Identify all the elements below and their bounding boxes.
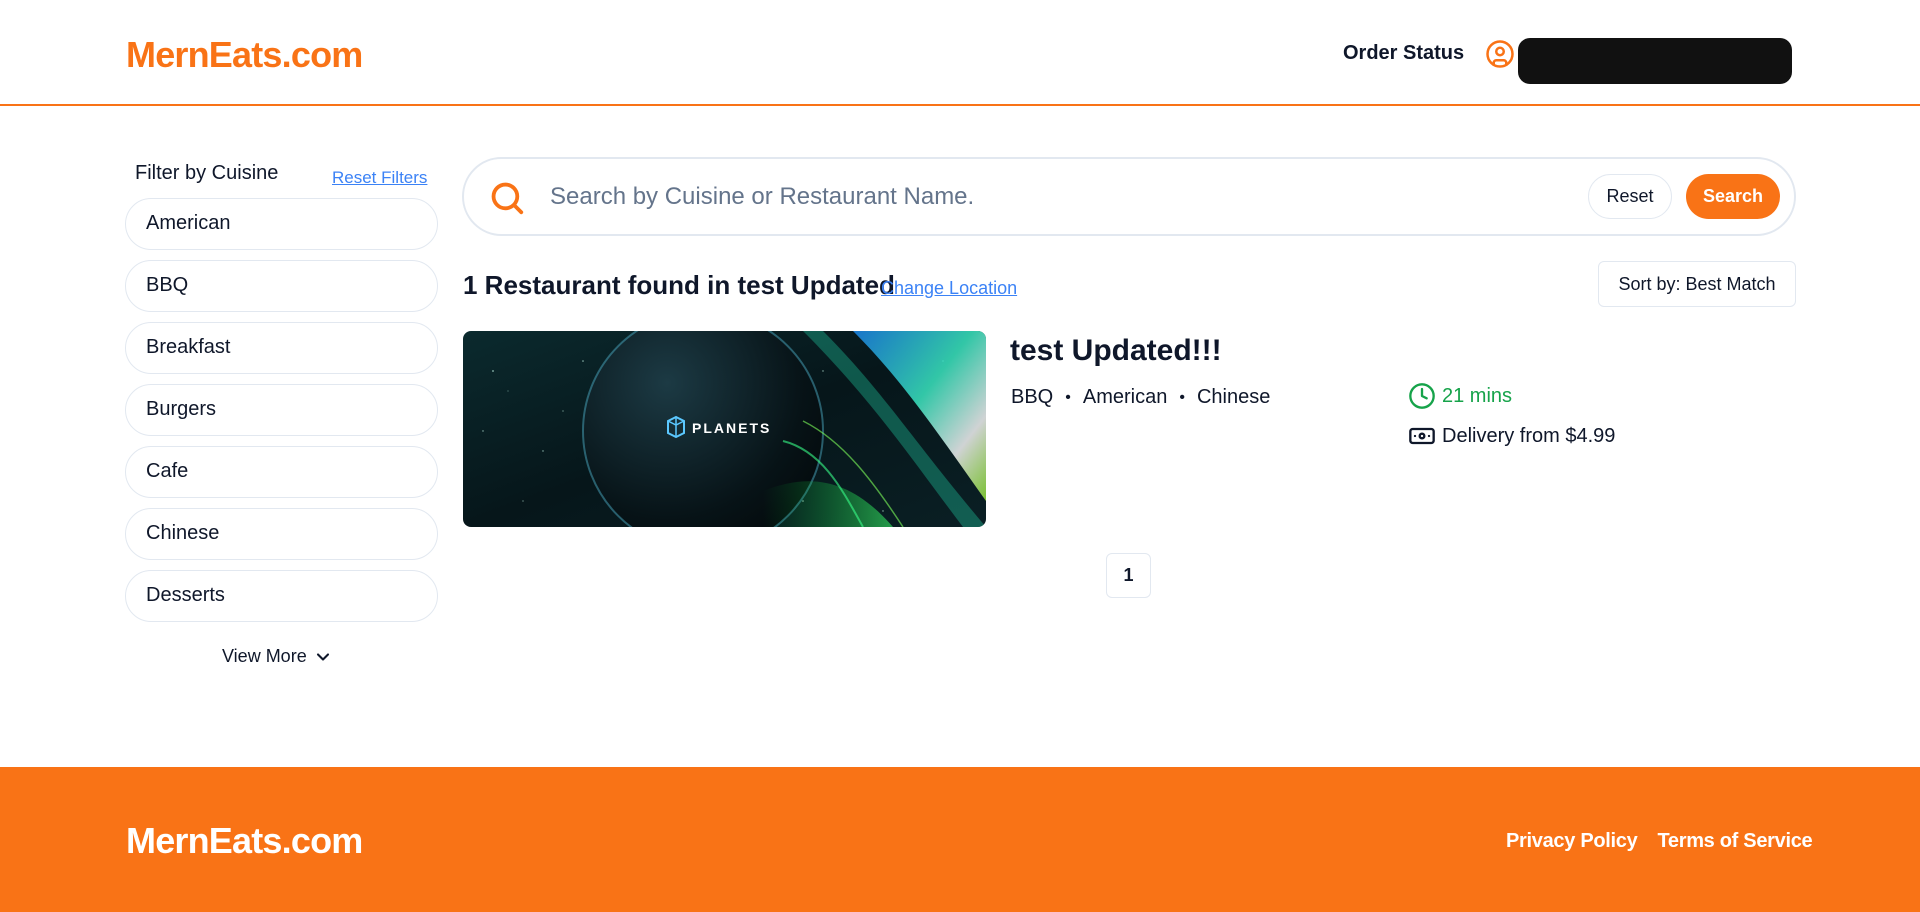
cuisine-separator: •	[1065, 388, 1071, 406]
pagination-page-button[interactable]: 1	[1106, 553, 1151, 598]
chevron-down-icon	[316, 652, 329, 661]
cuisine-separator: •	[1179, 388, 1185, 406]
privacy-policy-link[interactable]: Privacy Policy	[1506, 830, 1638, 853]
view-more-button[interactable]: View More	[222, 646, 333, 667]
delivery-price: Delivery from $4.99	[1408, 422, 1615, 450]
footer-links: Privacy Policy Terms of Service	[1506, 830, 1813, 853]
site-header: MernEats.com Order Status	[0, 0, 1920, 106]
view-more-label: View More	[222, 646, 307, 666]
cuisine-filter-breakfast[interactable]: Breakfast	[125, 322, 438, 374]
banner-logo-text: PLANETS	[692, 420, 771, 436]
results-count-title: 1 Restaurant found in test Updated	[463, 270, 895, 300]
order-status-link[interactable]: Order Status	[1343, 42, 1464, 65]
reset-filters-link[interactable]: Reset Filters	[332, 168, 427, 188]
filter-title: Filter by Cuisine	[135, 162, 279, 184]
cuisine-filter-chinese[interactable]: Chinese	[125, 508, 438, 560]
cuisine-filter-american[interactable]: American	[125, 198, 438, 250]
cuisine-filter-desserts[interactable]: Desserts	[125, 570, 438, 622]
site-footer: MernEats.com Privacy Policy Terms of Ser…	[0, 767, 1920, 912]
cuisine-filter-bbq[interactable]: BBQ	[125, 260, 438, 312]
restaurant-cuisine-tag: Chinese	[1196, 386, 1271, 408]
restaurant-cuisine-tag: American	[1082, 386, 1168, 408]
delivery-price-label: Delivery from $4.99	[1442, 424, 1616, 447]
cuisine-filter-burgers[interactable]: Burgers	[125, 384, 438, 436]
restaurant-cuisine-tag: BBQ	[1011, 386, 1054, 408]
search-button[interactable]: Search	[1686, 174, 1780, 219]
change-location-link[interactable]: Change Location	[881, 278, 1017, 299]
search-icon	[491, 182, 524, 215]
cuisine-filter-cafe[interactable]: Cafe	[125, 446, 438, 498]
sort-dropdown[interactable]: Sort by: Best Match	[1598, 261, 1796, 307]
delivery-time: 21 mins	[1408, 382, 1512, 410]
search-bar: Reset Search	[462, 157, 1796, 236]
clock-icon	[1409, 383, 1435, 409]
delivery-time-label: 21 mins	[1442, 384, 1513, 407]
site-logo[interactable]: MernEats.com	[126, 34, 363, 76]
search-input[interactable]	[550, 175, 1530, 219]
banknote-icon	[1409, 427, 1435, 445]
restaurant-name[interactable]: test Updated!!!	[1010, 334, 1222, 368]
restaurant-cuisines: BBQ • American • Chinese	[1011, 386, 1270, 409]
footer-logo: MernEats.com	[126, 820, 363, 861]
restaurant-image[interactable]: PLANETS	[463, 331, 986, 527]
restaurant-banner-graphic: PLANETS	[463, 331, 986, 527]
user-circle-icon[interactable]	[1485, 39, 1515, 69]
username-menu-redacted[interactable]	[1518, 38, 1792, 84]
terms-of-service-link[interactable]: Terms of Service	[1657, 830, 1812, 853]
search-reset-button[interactable]: Reset	[1588, 174, 1672, 219]
